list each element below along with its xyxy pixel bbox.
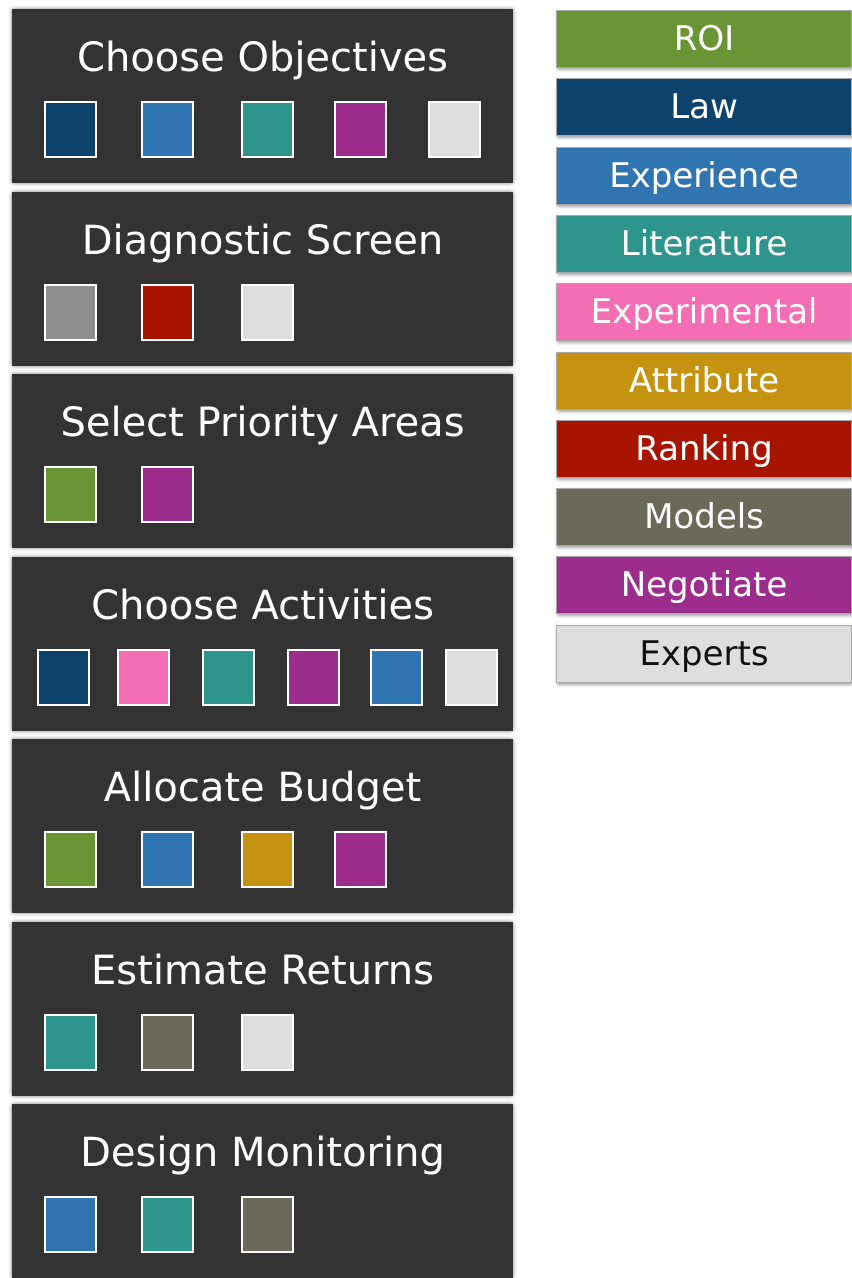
swatch-experimental bbox=[117, 648, 170, 706]
legend-item-experimental: Experimental bbox=[556, 283, 852, 342]
swatch-roi bbox=[44, 466, 97, 523]
swatch-negotiate bbox=[334, 831, 387, 888]
swatch-models bbox=[241, 1196, 294, 1253]
step-diagnostic-screen: Diagnostic Screen bbox=[12, 191, 513, 366]
swatch-negotiate bbox=[334, 101, 387, 158]
legend-item-models: Models bbox=[556, 488, 852, 547]
swatch-models bbox=[141, 1013, 194, 1071]
step-estimate-returns: Estimate Returns bbox=[12, 921, 513, 1096]
swatch-law bbox=[37, 648, 90, 706]
swatch-roi bbox=[44, 831, 97, 888]
swatch-negotiate bbox=[141, 466, 194, 523]
step-title: Design Monitoring bbox=[80, 1130, 445, 1176]
legend-item-experience: Experience bbox=[556, 146, 852, 205]
swatch-experts bbox=[241, 1013, 294, 1071]
swatch-ranking bbox=[141, 283, 194, 341]
step-title: Choose Activities bbox=[91, 582, 434, 629]
step-title: Diagnostic Screen bbox=[81, 217, 444, 264]
step-choose-objectives: Choose Objectives bbox=[12, 9, 513, 183]
swatch-law bbox=[44, 101, 97, 158]
legend-item-attribute: Attribute bbox=[556, 351, 852, 410]
step-select-priority-areas: Select Priority Areas bbox=[12, 374, 513, 548]
legend-item-negotiate: Negotiate bbox=[556, 556, 852, 615]
step-choose-activities: Choose Activities bbox=[12, 556, 513, 731]
legend-item-law: Law bbox=[556, 78, 852, 137]
swatch-experience bbox=[44, 1196, 97, 1253]
swatch-literature bbox=[241, 101, 294, 158]
step-title: Select Priority Areas bbox=[60, 400, 465, 446]
legend-item-experts: Experts bbox=[556, 624, 852, 683]
step-title: Allocate Budget bbox=[103, 765, 422, 811]
swatch-literature bbox=[141, 1196, 194, 1253]
swatch-literature bbox=[44, 1013, 97, 1071]
swatch-experts bbox=[428, 101, 481, 158]
step-allocate-budget: Allocate Budget bbox=[12, 739, 513, 913]
swatch-gray bbox=[44, 283, 97, 341]
swatch-experts bbox=[241, 283, 294, 341]
legend-item-literature: Literature bbox=[556, 214, 852, 273]
step-title: Choose Objectives bbox=[77, 35, 448, 81]
swatch-experience bbox=[370, 648, 423, 706]
swatch-literature bbox=[202, 648, 255, 706]
legend-item-ranking: Ranking bbox=[556, 419, 852, 478]
step-design-monitoring: Design Monitoring bbox=[12, 1104, 513, 1278]
step-title: Estimate Returns bbox=[91, 947, 434, 994]
swatch-experience bbox=[141, 831, 194, 888]
legend-item-roi: ROI bbox=[556, 10, 852, 68]
swatch-attribute bbox=[241, 831, 294, 888]
swatch-negotiate bbox=[287, 648, 340, 706]
swatch-experts bbox=[445, 648, 498, 706]
swatch-experience bbox=[141, 101, 194, 158]
